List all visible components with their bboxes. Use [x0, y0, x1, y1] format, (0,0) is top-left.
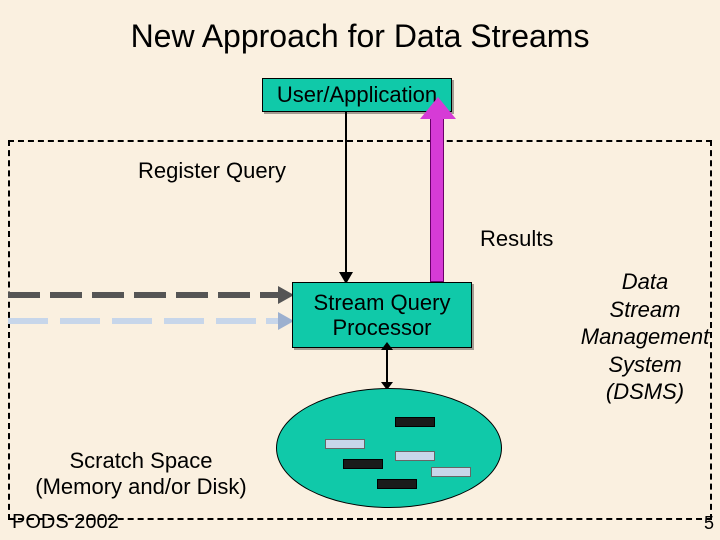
- dsms-label: Data Stream Management System (DSMS): [580, 268, 710, 406]
- data-chunk-icon: [343, 459, 383, 469]
- results-arrow: [430, 118, 444, 282]
- slide-title: New Approach for Data Streams: [0, 18, 720, 55]
- scratch-line1: Scratch Space: [69, 448, 212, 473]
- sqp-label-line2: Processor: [332, 315, 431, 340]
- footer-text: PODS 2002: [12, 511, 119, 534]
- dsms-line3: Management: [581, 324, 709, 349]
- page-number: 5: [704, 513, 714, 534]
- register-query-arrow: [345, 112, 347, 282]
- dsms-line4: System: [608, 352, 681, 377]
- dsms-line1: Data: [622, 269, 668, 294]
- register-query-label: Register Query: [138, 158, 286, 184]
- data-chunk-icon: [325, 439, 365, 449]
- scratch-store-ellipse: [276, 388, 502, 508]
- data-chunk-icon: [377, 479, 417, 489]
- data-chunk-icon: [395, 451, 435, 461]
- results-label: Results: [480, 226, 553, 252]
- data-chunk-icon: [431, 467, 471, 477]
- dsms-line5: (DSMS): [606, 379, 684, 404]
- dsms-line2: Stream: [610, 297, 681, 322]
- data-chunk-icon: [395, 417, 435, 427]
- sqp-label-line1: Stream Query: [314, 290, 451, 315]
- scratch-space-label: Scratch Space (Memory and/or Disk): [26, 448, 256, 501]
- sqp-scratch-connector: [386, 350, 388, 382]
- scratch-line2: (Memory and/or Disk): [35, 474, 246, 499]
- user-application-label: User/Application: [277, 82, 437, 108]
- stream-query-processor-box: Stream Query Processor: [292, 282, 472, 348]
